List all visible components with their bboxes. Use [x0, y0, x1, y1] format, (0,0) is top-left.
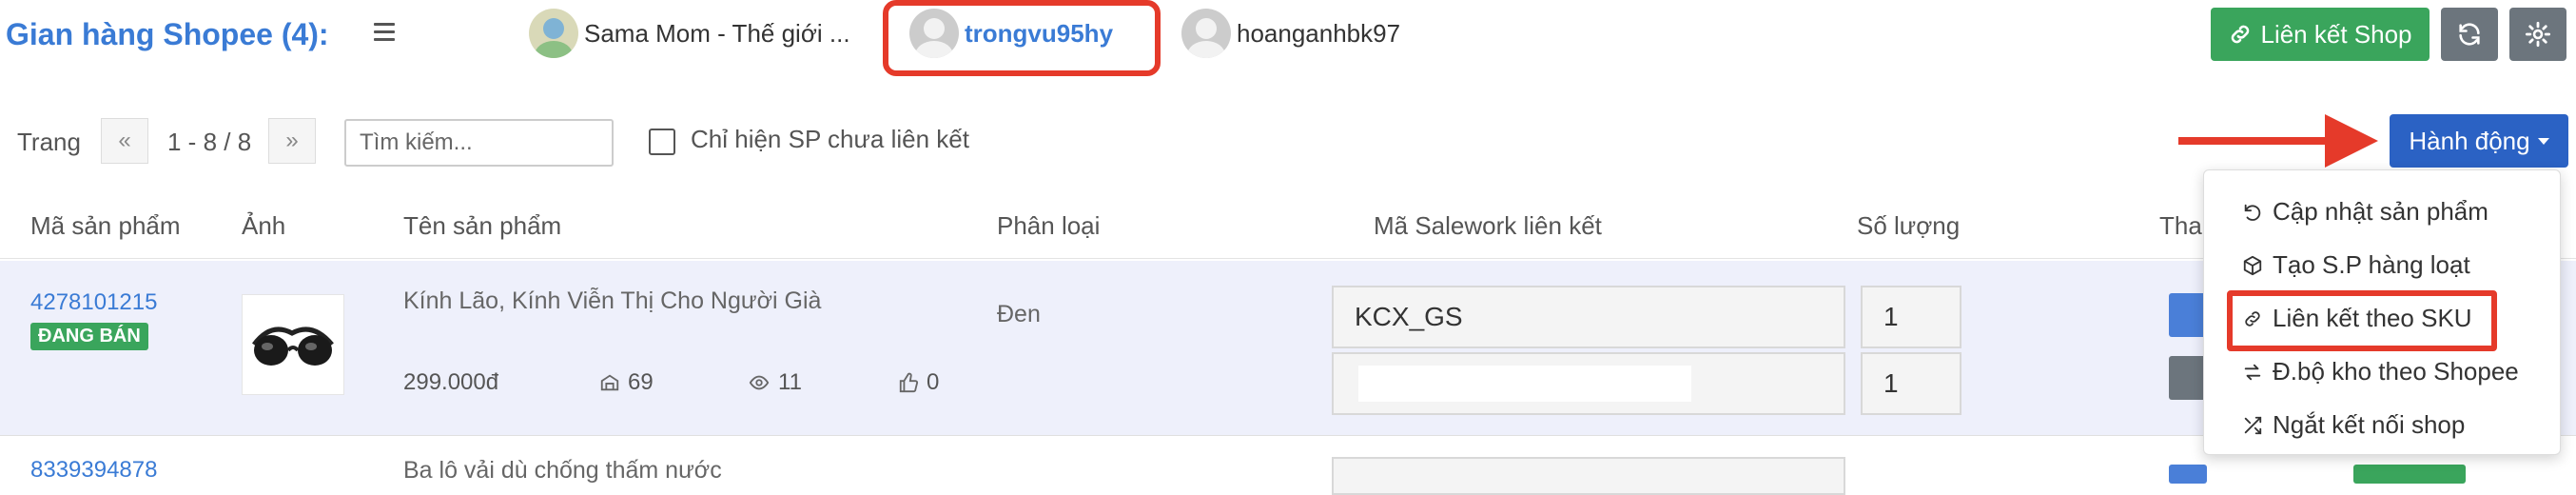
- row-secondary-button[interactable]: [2169, 356, 2207, 400]
- row-action-button[interactable]: [2169, 465, 2207, 484]
- status-badge: ĐANG BÁN: [30, 323, 148, 350]
- page-label: Trang: [17, 128, 81, 156]
- likes-value: 0: [927, 369, 940, 395]
- shop-tab-hoanganhbk97[interactable]: hoanganhbk97: [1181, 9, 1401, 58]
- caret-down-icon: [2537, 137, 2549, 145]
- quantity-value-2: 1: [1883, 368, 1899, 398]
- salework-code-value: KCX_GS: [1355, 302, 1463, 331]
- menu-item-label: Ngắt kết nối shop: [2273, 410, 2466, 439]
- menu-item-label: Đ.bộ kho theo Shopee: [2273, 357, 2519, 386]
- settings-button[interactable]: [2509, 8, 2566, 61]
- col-header-salework-code: Mã Salework liên kết: [1374, 211, 1602, 240]
- product-price: 299.000đ: [403, 369, 498, 396]
- row-action-button[interactable]: [2169, 293, 2207, 337]
- menu-item-bulk-create[interactable]: Tạo S.P hàng loạt: [2242, 250, 2470, 280]
- table-row: [0, 261, 2576, 436]
- highlight-box-link-by-sku: [2227, 290, 2497, 351]
- actions-label: Hành động: [2409, 126, 2530, 155]
- prev-page-button[interactable]: «: [101, 118, 148, 164]
- quantity-value: 1: [1883, 302, 1899, 331]
- stock-value: 69: [628, 369, 654, 395]
- product-image: [242, 294, 344, 395]
- link-shop-label: Liên kết Shop: [2260, 19, 2412, 49]
- col-header-image: Ảnh: [242, 211, 286, 240]
- shop-tab-sama-mom[interactable]: Sama Mom - Thế giới ...: [529, 9, 850, 58]
- actions-menu: Cập nhật sản phẩm Tạo S.P hàng loạt Liên…: [2203, 169, 2561, 455]
- salework-code-input[interactable]: KCX_GS: [1332, 286, 1845, 348]
- quantity-input-2[interactable]: 1: [1861, 352, 1961, 415]
- redacted-area: [1358, 366, 1691, 402]
- link-icon: [2232, 25, 2250, 44]
- price-value: 299.000đ: [403, 369, 499, 395]
- search-input[interactable]: [344, 119, 614, 167]
- eye-icon: [749, 375, 770, 390]
- only-unlinked-checkbox[interactable]: [649, 129, 675, 155]
- row-green-button[interactable]: [2353, 465, 2466, 484]
- product-code-link[interactable]: 8339394878: [30, 457, 157, 484]
- stock-stat: 69: [599, 369, 654, 396]
- table-header: Mã sản phẩm Ảnh Tên sản phẩm Phân loại M…: [0, 192, 2576, 259]
- thumbs-up-icon: [899, 372, 919, 393]
- annotation-arrow-head: [2325, 114, 2378, 168]
- menu-item-label: Cập nhật sản phẩm: [2273, 197, 2488, 226]
- page-title: Gian hàng Shopee (4):: [6, 17, 329, 51]
- user-avatar-icon: [1181, 9, 1231, 58]
- undo-icon: [2244, 204, 2261, 221]
- col-header-product-name: Tên sản phẩm: [403, 211, 562, 240]
- salework-code-input[interactable]: [1332, 457, 1845, 495]
- top-bar: Gian hàng Shopee (4): Sama Mom - Thế giớ…: [0, 0, 2576, 95]
- product-name: Ba lô vải dù chống thấm nước: [403, 457, 722, 484]
- menu-item-sync-stock[interactable]: Đ.bộ kho theo Shopee: [2242, 357, 2519, 386]
- product-code-link[interactable]: 4278101215: [30, 289, 157, 316]
- likes-stat: 0: [898, 369, 939, 396]
- col-header-quantity: Số lượng: [1857, 211, 1961, 240]
- sync-icon: [2244, 364, 2261, 380]
- shop-name: Sama Mom - Thế giới ...: [584, 18, 850, 48]
- menu-item-disconnect-shop[interactable]: Ngắt kết nối shop: [2242, 410, 2465, 440]
- views-stat: 11: [748, 369, 802, 396]
- variant-value: Đen: [997, 301, 1041, 327]
- menu-item-label: Tạo S.P hàng loạt: [2273, 250, 2470, 279]
- quantity-input[interactable]: 1: [1861, 286, 1961, 348]
- col-header-product-code: Mã sản phẩm: [30, 211, 181, 240]
- box-icon: [2243, 255, 2262, 275]
- menu-item-update-products[interactable]: Cập nhật sản phẩm: [2242, 197, 2488, 227]
- annotation-arrow: [2178, 137, 2340, 145]
- actions-dropdown-button[interactable]: Hành động: [2390, 114, 2568, 168]
- menu-icon[interactable]: [374, 23, 395, 41]
- col-header-actions: Tha: [2159, 211, 2202, 240]
- views-value: 11: [778, 369, 802, 395]
- only-unlinked-label: Chỉ hiện SP chưa liên kết: [691, 125, 969, 153]
- refresh-button[interactable]: [2441, 8, 2498, 61]
- col-header-variant: Phân loại: [997, 211, 1101, 240]
- shop-name: hoanganhbk97: [1237, 18, 1401, 48]
- refresh-icon: [2459, 23, 2480, 46]
- warehouse-icon: [600, 374, 619, 391]
- next-page-button[interactable]: »: [268, 118, 316, 164]
- highlight-box-active-shop: [883, 0, 1161, 76]
- link-shop-button[interactable]: Liên kết Shop: [2211, 8, 2430, 61]
- shop-avatar: [529, 9, 578, 58]
- shuffle-icon: [2244, 416, 2262, 434]
- page-range: 1 - 8 / 8: [167, 128, 252, 156]
- gear-icon: [2525, 21, 2551, 48]
- product-name: Kính Lão, Kính Viễn Thị Cho Người Già: [403, 287, 822, 314]
